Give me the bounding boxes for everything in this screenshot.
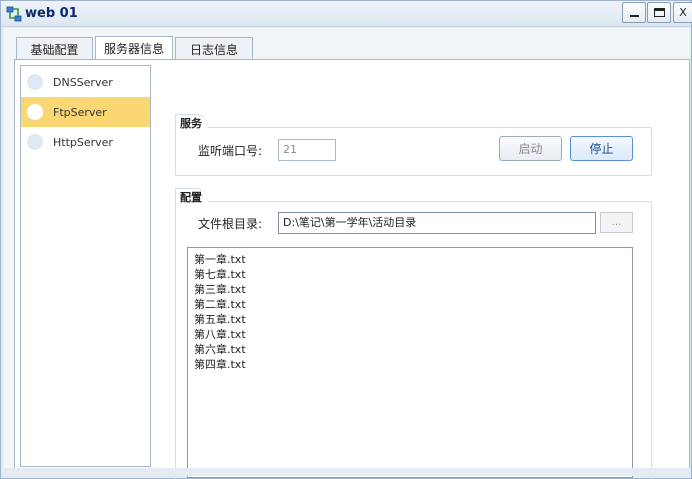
- tab-log-info[interactable]: 日志信息: [175, 37, 253, 60]
- server-dot-icon: [27, 74, 43, 90]
- client-area: 基础配置 服务器信息 日志信息 DNSServer FtpServer Http…: [4, 28, 690, 479]
- server-item-label: HttpServer: [53, 135, 113, 149]
- config-group: 配置 文件根目录: D:\笔记\第一学年\活动目录 ... 第一章.txt 第七章…: [175, 188, 652, 479]
- file-list-item[interactable]: 第五章.txt: [194, 312, 626, 327]
- server-item-label: FtpServer: [53, 105, 107, 119]
- tab-basic-config[interactable]: 基础配置: [16, 37, 93, 60]
- file-list-item[interactable]: 第六章.txt: [194, 342, 626, 357]
- server-item-http[interactable]: HttpServer: [21, 127, 150, 157]
- start-button[interactable]: 启动: [499, 136, 562, 161]
- tab-content: DNSServer FtpServer HttpServer 服务 监听端口号:…: [14, 59, 690, 479]
- title-bar[interactable]: web 01 X: [1, 1, 692, 27]
- server-item-dns[interactable]: DNSServer: [21, 67, 150, 97]
- network-app-icon: [6, 6, 22, 22]
- config-group-title: 配置: [175, 188, 208, 204]
- port-input[interactable]: 21: [278, 139, 336, 161]
- stop-button[interactable]: 停止: [570, 136, 633, 161]
- browse-button[interactable]: ...: [600, 212, 633, 233]
- file-list-item[interactable]: 第七章.txt: [194, 267, 626, 282]
- minimize-icon: [629, 14, 639, 17]
- file-list-item[interactable]: 第一章.txt: [194, 252, 626, 267]
- bottom-border: [4, 468, 690, 476]
- window-title: web 01: [25, 6, 78, 21]
- service-group: 服务 监听端口号: 21 启动 停止: [175, 114, 652, 176]
- close-button[interactable]: X: [673, 2, 692, 23]
- server-item-label: DNSServer: [53, 75, 113, 89]
- file-list-item[interactable]: 第二章.txt: [194, 297, 626, 312]
- server-item-ftp[interactable]: FtpServer: [21, 97, 150, 127]
- server-list: DNSServer FtpServer HttpServer: [20, 65, 151, 467]
- file-list-item[interactable]: 第八章.txt: [194, 327, 626, 342]
- maximize-button[interactable]: [647, 2, 671, 23]
- file-list-item[interactable]: 第三章.txt: [194, 282, 626, 297]
- file-list[interactable]: 第一章.txt 第七章.txt 第三章.txt 第二章.txt 第五章.txt 第八章.t…: [187, 247, 633, 478]
- server-dot-icon: [27, 104, 43, 120]
- server-dot-icon: [27, 134, 43, 150]
- file-list-item[interactable]: 第四章.txt: [194, 357, 626, 372]
- root-dir-input[interactable]: D:\笔记\第一学年\活动目录: [278, 212, 596, 234]
- app-window: web 01 X 基础配置 服务器信息 日志信息 DNSServer FtpSe…: [0, 0, 692, 479]
- port-label: 监听端口号:: [198, 144, 263, 158]
- tab-server-info[interactable]: 服务器信息: [95, 36, 173, 60]
- minimize-button[interactable]: [622, 2, 646, 23]
- maximize-icon: [653, 8, 665, 17]
- root-dir-label: 文件根目录:: [198, 217, 263, 231]
- service-group-title: 服务: [175, 114, 208, 130]
